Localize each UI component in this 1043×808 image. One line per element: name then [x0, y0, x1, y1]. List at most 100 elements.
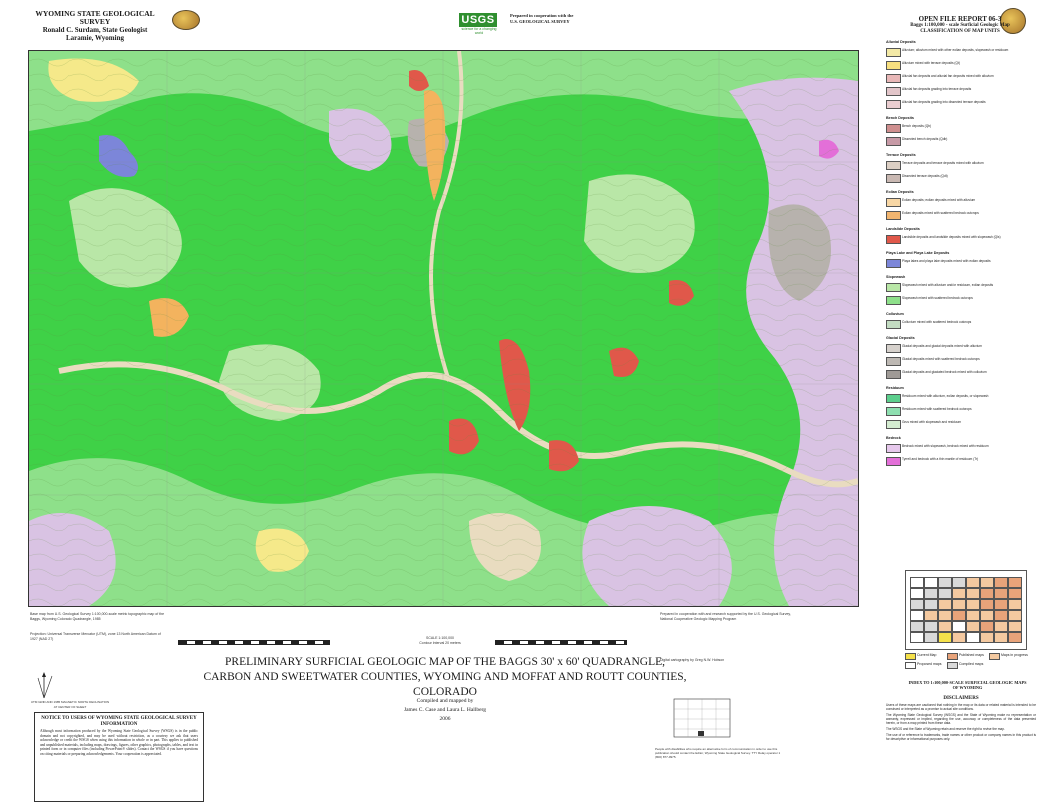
legend-section-title: Bedrock: [886, 436, 901, 440]
legend-swatch: [886, 48, 901, 57]
legend-section-title: Bench Deposits: [886, 116, 914, 120]
legend-swatch: [886, 100, 901, 109]
legend-swatch: [886, 394, 901, 403]
legend-item-text: Bench deposits (Qb): [902, 124, 932, 128]
legend-item-text: Alluvial fan deposits grading into terra…: [902, 87, 972, 91]
legend-section-title: Slopewash: [886, 275, 906, 279]
legend-swatch: [886, 320, 901, 329]
legend-swatch: [886, 259, 901, 268]
index-cell: [1008, 599, 1022, 610]
index-cell: [910, 599, 924, 610]
index-cell: [952, 577, 966, 588]
index-map: [905, 570, 1027, 650]
disclaimers: DISCLAIMERS Users of these maps are caut…: [886, 696, 1036, 741]
legend-item-text: Slopewash mixed with scattered bedrock o…: [902, 296, 973, 300]
north-arrow-icon: [37, 672, 53, 699]
legend-swatch: [886, 87, 901, 96]
index-cell: [924, 632, 938, 643]
legend-swatch: [886, 161, 901, 170]
scale-label: SCALE 1:100,000: [425, 636, 455, 640]
contact-note: People with disabilities who require an …: [655, 747, 781, 759]
disclaimer-2: The Wyoming State Geological Survey (WSG…: [886, 713, 1036, 725]
index-cell: [1008, 588, 1022, 599]
legend-item-text: Alluvium mixed with terrace deposits (Qt…: [902, 61, 960, 65]
legend-swatch: [886, 235, 901, 244]
index-cell: [966, 632, 980, 643]
survey-header: WYOMING STATE GEOLOGICAL SURVEY Ronald C…: [20, 9, 170, 43]
index-legend-item: Published maps: [947, 652, 989, 660]
index-cell: [980, 588, 994, 599]
index-cell: [966, 588, 980, 599]
legend-item-text: Grus mixed with slopewash and residuum: [902, 420, 961, 424]
index-cell: [994, 577, 1008, 588]
publication-year: 2006: [439, 716, 451, 722]
legend-item-text: Landslide deposits and landslide deposit…: [902, 235, 1001, 239]
projection-note: Projection: Universal Transverse Mercato…: [30, 632, 161, 641]
authors: James C. Case and Laura L. Hallberg: [403, 707, 487, 713]
legend-swatch: [886, 407, 901, 416]
disclaimer-3: The WSGS and the State of Wyoming retain…: [886, 727, 1005, 731]
index-legend-swatch: [905, 662, 916, 669]
legend-item-text: Bedrock mixed with slopewash, bedrock mi…: [902, 444, 989, 448]
legend-item-text: Glacial deposits and glaciated bedrock m…: [902, 370, 987, 374]
report-header: OPEN FILE REPORT 06-3 Baggs 1:100,000 - …: [880, 15, 1040, 35]
legend-section-title: Terrace Deposits: [886, 153, 916, 157]
index-cell: [910, 588, 924, 599]
index-cell: [938, 610, 952, 621]
cooperation-note: Prepared in cooperation with the U.S. GE…: [510, 13, 574, 24]
legend-swatch: [886, 283, 901, 292]
legend-swatch: [886, 357, 901, 366]
index-cell: [966, 577, 980, 588]
contour-overlay: [29, 51, 858, 606]
notice-box: NOTICE TO USERS OF WYOMING STATE GEOLOGI…: [34, 712, 204, 802]
legend-swatch: [886, 211, 901, 220]
notice-body: Although most information produced by th…: [40, 729, 198, 756]
index-cell: [980, 621, 994, 632]
legend-section-title: Glacial Deposits: [886, 336, 915, 340]
index-cell: [938, 588, 952, 599]
survey-name: WYOMING STATE GEOLOGICAL SURVEY: [35, 9, 155, 26]
index-legend-item: Compiled maps: [947, 661, 989, 669]
notice-title: NOTICE TO USERS OF WYOMING STATE GEOLOGI…: [41, 716, 197, 727]
wsgs-logo-icon: [172, 10, 200, 30]
index-cell: [938, 621, 952, 632]
index-cell: [1008, 621, 1022, 632]
index-cell: [924, 599, 938, 610]
index-cell: [952, 610, 966, 621]
index-cell: [966, 610, 980, 621]
legend-swatch: [886, 198, 901, 207]
legend-swatch: [886, 420, 901, 429]
index-legend-swatch: [989, 653, 1000, 660]
legend-swatch: [886, 370, 901, 379]
index-cell: [966, 599, 980, 610]
legend-swatch: [886, 137, 901, 146]
declination-note: UTM GRID AND 1985 MAGNETIC NORTH DECLINA…: [30, 700, 110, 709]
index-legend-label: Compiled maps: [959, 662, 984, 666]
index-cell: [980, 599, 994, 610]
legend-title: CLASSIFICATION OF MAP UNITS: [920, 29, 1000, 34]
geologic-map[interactable]: [28, 50, 859, 607]
prepared-credit: Prepared in cooperation with and researc…: [660, 612, 791, 621]
index-cell: [1008, 610, 1022, 621]
legend-item-text: Eolian deposits mixed with scattered bed…: [902, 211, 979, 215]
scale-bar-km: [495, 640, 627, 645]
index-cell: [938, 599, 952, 610]
index-cell: [910, 621, 924, 632]
legend-section-title: Eolian Deposits: [886, 190, 914, 194]
legend-section-title: Alluvial Deposits: [886, 40, 916, 44]
index-legend-item: Maps in progress: [989, 652, 1031, 660]
index-cell: [994, 621, 1008, 632]
legend-swatch: [886, 296, 901, 305]
title-line-1: PRELIMINARY SURFICIAL GEOLOGIC MAP OF TH…: [225, 656, 665, 668]
index-legend-label: Current Map: [917, 653, 937, 657]
disclaimers-title: DISCLAIMERS: [943, 696, 979, 701]
legend-section-title: Colluvium: [886, 312, 904, 316]
index-legend-label: Maps in progress: [1001, 653, 1028, 657]
legend-item-text: Dissected bench deposits (Qdb): [902, 137, 948, 141]
report-number: OPEN FILE REPORT 06-3: [918, 15, 1002, 23]
index-legend-label: Published maps: [959, 653, 984, 657]
legend-section-title: Landslide Deposits: [886, 227, 920, 231]
index-cell: [1008, 577, 1022, 588]
legend-swatch: [886, 344, 901, 353]
survey-city: Laramie, Wyoming: [66, 34, 124, 42]
